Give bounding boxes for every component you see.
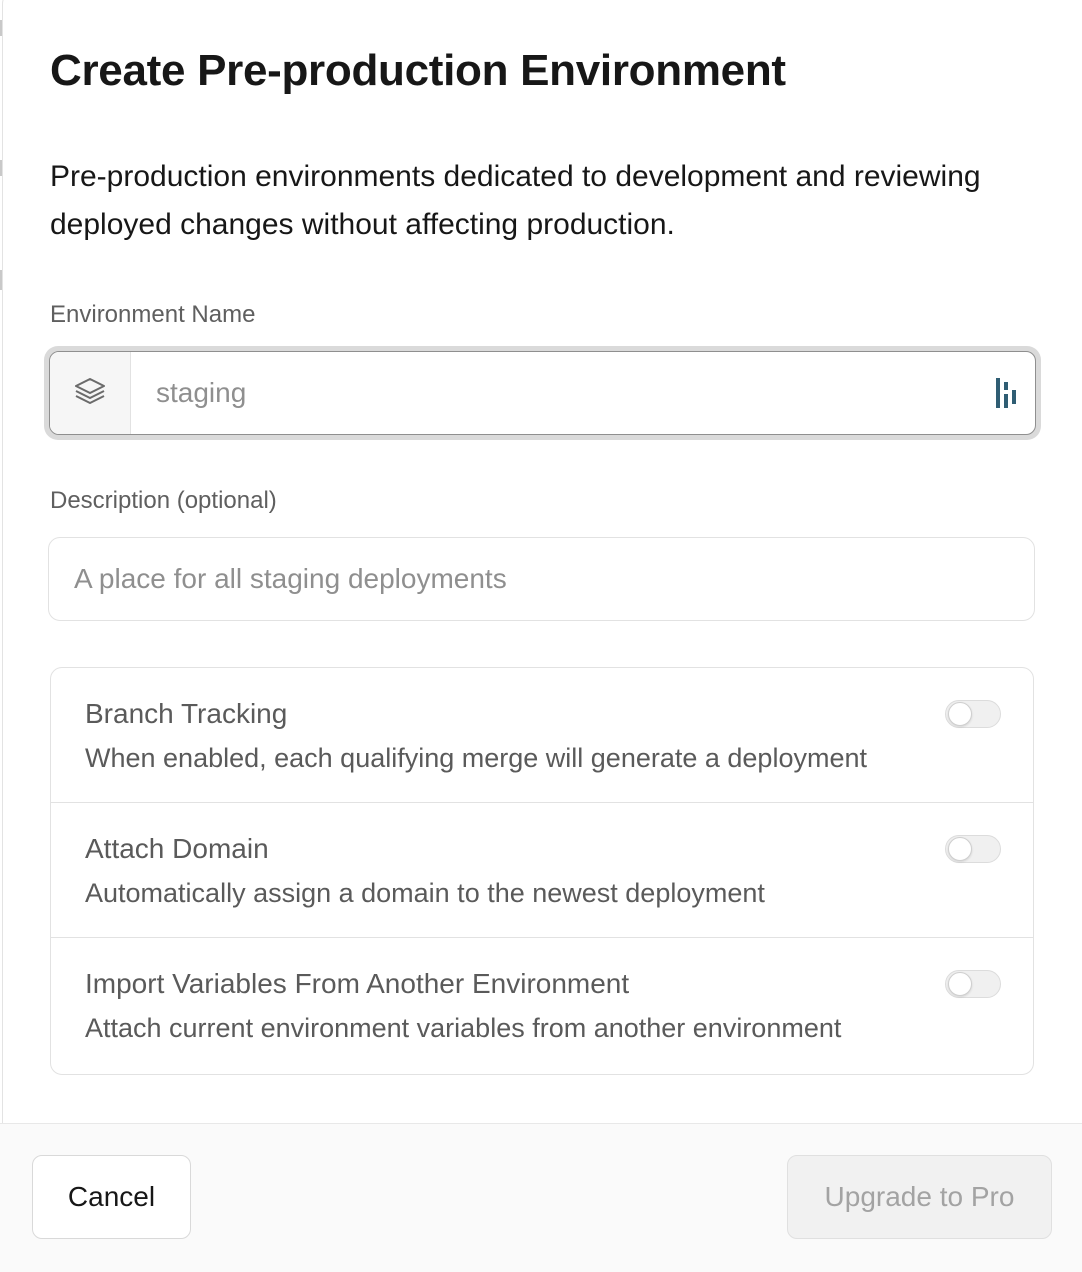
description-label: Description (optional) — [50, 487, 277, 514]
import-variables-toggle[interactable] — [945, 970, 1001, 998]
environment-options-list: Branch Tracking When enabled, each quali… — [50, 667, 1034, 1075]
attach-domain-toggle[interactable] — [945, 835, 1001, 863]
option-import-variables: Import Variables From Another Environmen… — [51, 938, 1033, 1074]
environment-name-input[interactable] — [131, 352, 987, 434]
cancel-button[interactable]: Cancel — [32, 1155, 191, 1239]
environment-name-prefix — [50, 352, 131, 434]
toggle-knob — [948, 702, 972, 726]
toggle-knob — [948, 972, 972, 996]
option-title: Import Variables From Another Environmen… — [85, 968, 630, 999]
option-subtitle: Automatically assign a domain to the new… — [85, 878, 765, 908]
description-input[interactable] — [49, 538, 1034, 620]
layers-icon — [73, 376, 107, 411]
option-subtitle: Attach current environment variables fro… — [85, 1013, 842, 1043]
branch-tracking-toggle[interactable] — [945, 700, 1001, 728]
description-field[interactable] — [48, 537, 1035, 621]
option-title: Branch Tracking — [85, 698, 288, 729]
environment-name-label: Environment Name — [50, 301, 256, 328]
dialog-description: Pre-production environments dedicated to… — [50, 160, 981, 241]
option-branch-tracking: Branch Tracking When enabled, each quali… — [51, 668, 1033, 803]
toggle-knob — [948, 837, 972, 861]
option-title: Attach Domain — [85, 833, 269, 864]
environment-name-focus-ring — [44, 346, 1041, 440]
upgrade-to-pro-button[interactable]: Upgrade to Pro — [787, 1155, 1052, 1239]
option-subtitle: When enabled, each qualifying merge will… — [85, 743, 867, 773]
option-attach-domain: Attach Domain Automatically assign a dom… — [51, 803, 1033, 938]
environment-name-field[interactable] — [49, 351, 1036, 435]
password-manager-icon[interactable] — [987, 378, 1027, 408]
dialog-title: Create Pre-production Environment — [50, 46, 786, 95]
